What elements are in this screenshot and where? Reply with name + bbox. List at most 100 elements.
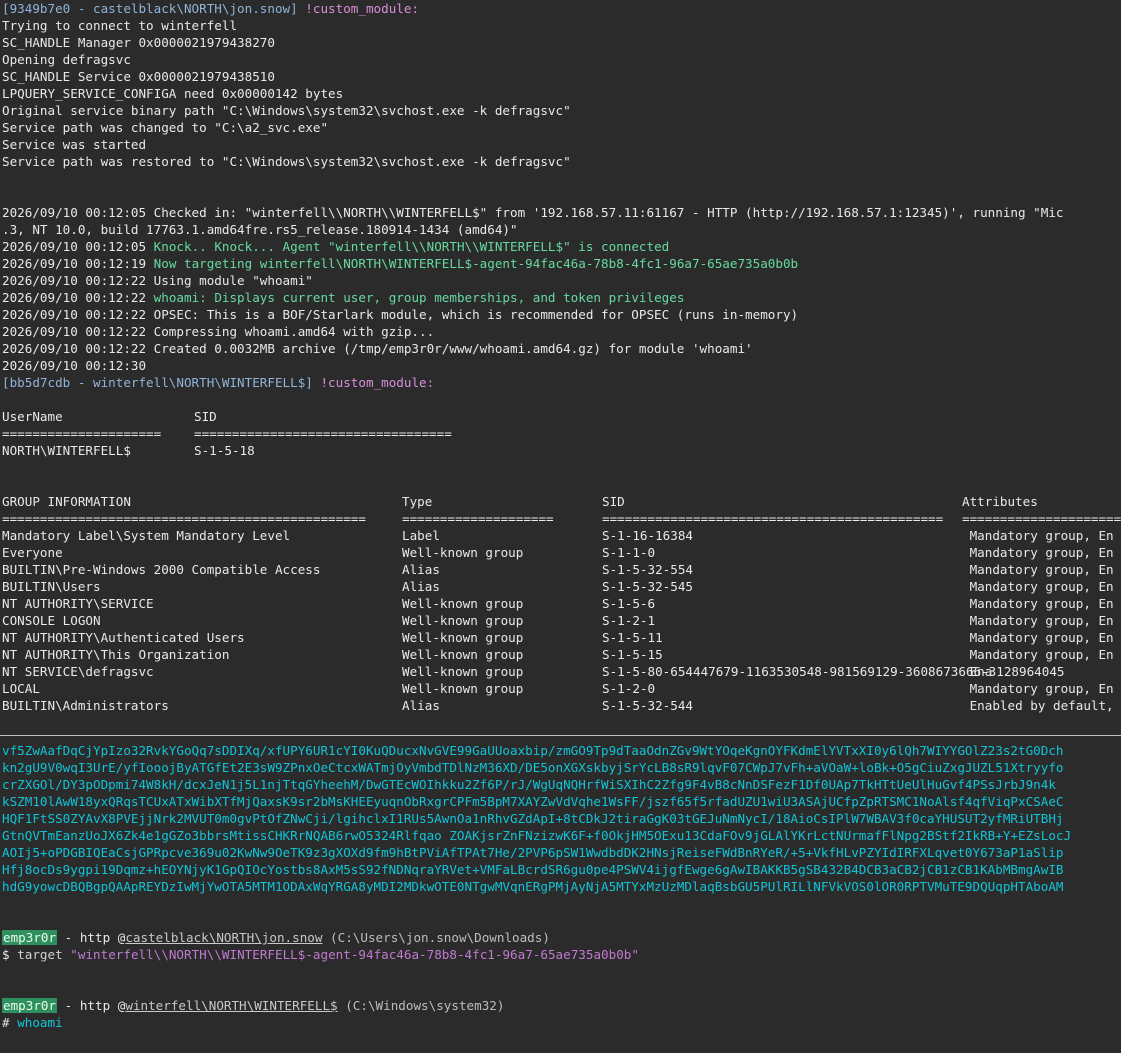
log-created: 2026/09/10 00:12:22 Created 0.0032MB arc… [2,341,753,356]
col-sid: SID [194,409,217,424]
sep-username: ===================== [2,426,162,441]
shell-prompt-1: emp3r0r - http @castelblack\NORTH\jon.sn… [0,929,1121,946]
cell-username: NORTH\WINTERFELL$ [2,443,131,458]
base64-line: AOIj5+oPDGBIQEaCsjGPRpcve369u02KwNw9OeTK… [2,845,1064,860]
table-row: NT SERVICE\defragsvc Well-known group S-1-… [0,663,1121,680]
cell-attributes: Enabled by default, [962,698,1114,713]
log-checkin: 2026/09/10 00:12:05 Checked in: "winterf… [2,205,1064,220]
table-row: Mandatory Label\System Mandatory Level La… [0,527,1121,544]
base64-line: hdG9yowcDBQBgpQAApREYDzIwMjYwOTA5MTM1ODA… [2,879,1064,894]
prompt-host[interactable]: winterfell\NORTH\WINTERFELL$ [125,998,337,1013]
col-sid: SID [602,494,625,509]
output-line: Service path was restored to "C:\Windows… [2,154,571,169]
cell-type: Well-known group [402,681,524,696]
shell-prompt-2: emp3r0r - http @winterfell\NORTH\WINTERF… [0,997,1121,1014]
table-row: CONSOLE LOGON Well-known group S-1-2-1 Man… [0,612,1121,629]
cell-group: NT AUTHORITY\Authenticated Users [2,630,245,645]
log-opsec: 2026/09/10 00:12:22 OPSEC: This is a BOF… [2,307,799,322]
cell-sid: S-1-5-80-654447679-1163530548-981569129-… [602,664,1065,679]
base64-line: crZXGOl/DY3pODpmi74W8kH/dcxJeN1j5L1njTtq… [2,777,1056,792]
cell-sid: S-1-5-11 [602,630,663,645]
cell-type: Label [402,528,440,543]
output-line: Original service binary path "C:\Windows… [2,103,571,118]
col-attributes: Attributes [962,494,1038,509]
prompt-sep: - http @ [57,930,126,945]
col-type: Type [402,494,433,509]
sep-attributes: ====================== [962,511,1121,526]
terminal-window[interactable]: [9349b7e0 - castelblack\NORTH\jon.snow] … [0,0,1121,1053]
log-timestamp: 2026/09/10 00:12:05 [2,239,147,254]
base64-output: vf5ZwAafDqCjYpIzo32RvkYGoQq7sDDIXq/xfUPY… [0,742,1121,895]
output-line: Trying to connect to winterfell [2,18,238,33]
cell-type: Well-known group [402,664,524,679]
module-output: Trying to connect to winterfell SC_HANDLE… [0,17,1121,170]
cell-group: BUILTIN\Administrators [2,698,169,713]
command-text: !custom_module: [320,375,435,390]
cell-group: CONSOLE LOGON [2,613,101,628]
cell-sid: S-1-1-0 [602,545,656,560]
cell-type: Well-known group [402,596,524,611]
cell-type: Alias [402,562,440,577]
sep-group: ========================================… [2,511,366,526]
log-knock: 2026/09/10 00:12:05 Knock.. Knock... Age… [0,238,1121,255]
cell-sid: S-1-2-1 [602,613,656,628]
cell-group: BUILTIN\Users [2,579,101,594]
cell-sid: S-1-5-32-554 [602,562,693,577]
cell-sid: S-1-5-6 [602,596,656,611]
log-using: 2026/09/10 00:12:22 Using module "whoami… [2,273,313,288]
cell-sid: S-1-5-32-545 [602,579,693,594]
base64-line: kn2gU9V0wqI3UrE/yfIooojByATGfEt2E3sW9ZPn… [2,760,1064,775]
prompt-sep: - http @ [57,998,126,1013]
table-row: NT AUTHORITY\Authenticated Users Well-kno… [0,629,1121,646]
prompt-symbol: $ [2,947,10,962]
command-arg: "winterfell\\NORTH\\WINTERFELL$-agent-94… [70,947,639,962]
command-name: whoami [17,1015,63,1030]
cell-attributes: Mandatory group, En [962,528,1114,543]
shell-command-2[interactable]: # whoami [0,1014,1121,1031]
cell-attributes: Mandatory group, En [962,613,1114,628]
log-knock-msg: Knock.. Knock... Agent "winterfell\\NORT… [153,239,670,254]
log-timestamp: 2026/09/10 00:12:19 [2,256,147,271]
cell-group: BUILTIN\Pre-Windows 2000 Compatible Acce… [2,562,321,577]
group-table-sep: ========================================… [0,510,1121,527]
cell-attributes: Mandatory group, En [962,596,1114,611]
table-row: BUILTIN\Administrators Alias S-1-5-32-544 … [0,697,1121,714]
log-compress: 2026/09/10 00:12:22 Compressing whoami.a… [2,324,435,339]
log-whoami: 2026/09/10 00:12:22 whoami: Displays cur… [0,289,1121,306]
user-table-row: NORTH\WINTERFELL$ S-1-5-18 [0,442,1121,459]
sep-sid: ========================================… [602,511,944,526]
output-line: Opening defragsvc [2,52,131,67]
output-line: Service path was changed to "C:\a2_svc.e… [2,120,329,135]
cell-attributes: Mandatory group, En [962,630,1114,645]
output-line: Service was started [2,137,147,152]
base64-line: HQF1FtSS0ZYAvX8PVEjjNrk2MVUT0m0gvPtOfZNw… [2,811,1064,826]
command-name: target [17,947,63,962]
agent-prompt: [9349b7e0 - castelblack\NORTH\jon.snow] [2,1,298,16]
table-row: BUILTIN\Users Alias S-1-5-32-545 Mandatory… [0,578,1121,595]
cell-type: Well-known group [402,647,524,662]
cell-group: Mandatory Label\System Mandatory Level [2,528,291,543]
table-row: NT AUTHORITY\SERVICE Well-known group S-1-… [0,595,1121,612]
command-text: !custom_module: [305,1,420,16]
cell-type: Well-known group [402,545,524,560]
cell-sid: S-1-5-15 [602,647,663,662]
cell-group: NT AUTHORITY\SERVICE [2,596,154,611]
table-row: Everyone Well-known group S-1-1-0 Mandator… [0,544,1121,561]
base64-line: Hfj8ocDs9ygpi19Dqmz+hEOYNjyK1GpQIOcYostb… [2,862,1064,877]
cell-attributes: Mandatory group, En [962,681,1114,696]
prompt-path: (C:\Windows\system32) [337,998,505,1013]
log-target: 2026/09/10 00:12:19 Now targeting winter… [0,255,1121,272]
cell-attributes: Mandatory group, En [962,579,1114,594]
prompt-line-winterfell: [bb5d7cdb - winterfell\NORTH\WINTERFELL$… [0,374,1121,391]
cell-sid: S-1-2-0 [602,681,656,696]
table-row: LOCAL Well-known group S-1-2-0 Mandatory g… [0,680,1121,697]
prompt-host[interactable]: castelblack\NORTH\jon.snow [125,930,322,945]
cell-attributes: Ena [962,664,993,679]
output-line: SC_HANDLE Service 0x0000021979438510 [2,69,275,84]
output-line: SC_HANDLE Manager 0x0000021979438270 [2,35,275,50]
cell-group: LOCAL [2,681,40,696]
prompt-line-castelblack: [9349b7e0 - castelblack\NORTH\jon.snow] … [0,0,1121,17]
prompt-symbol: # [2,1015,10,1030]
output-line: LPQUERY_SERVICE_CONFIGA need 0x00000142 … [2,86,344,101]
shell-command-1[interactable]: $ target "winterfell\\NORTH\\WINTERFELL$… [0,946,1121,963]
